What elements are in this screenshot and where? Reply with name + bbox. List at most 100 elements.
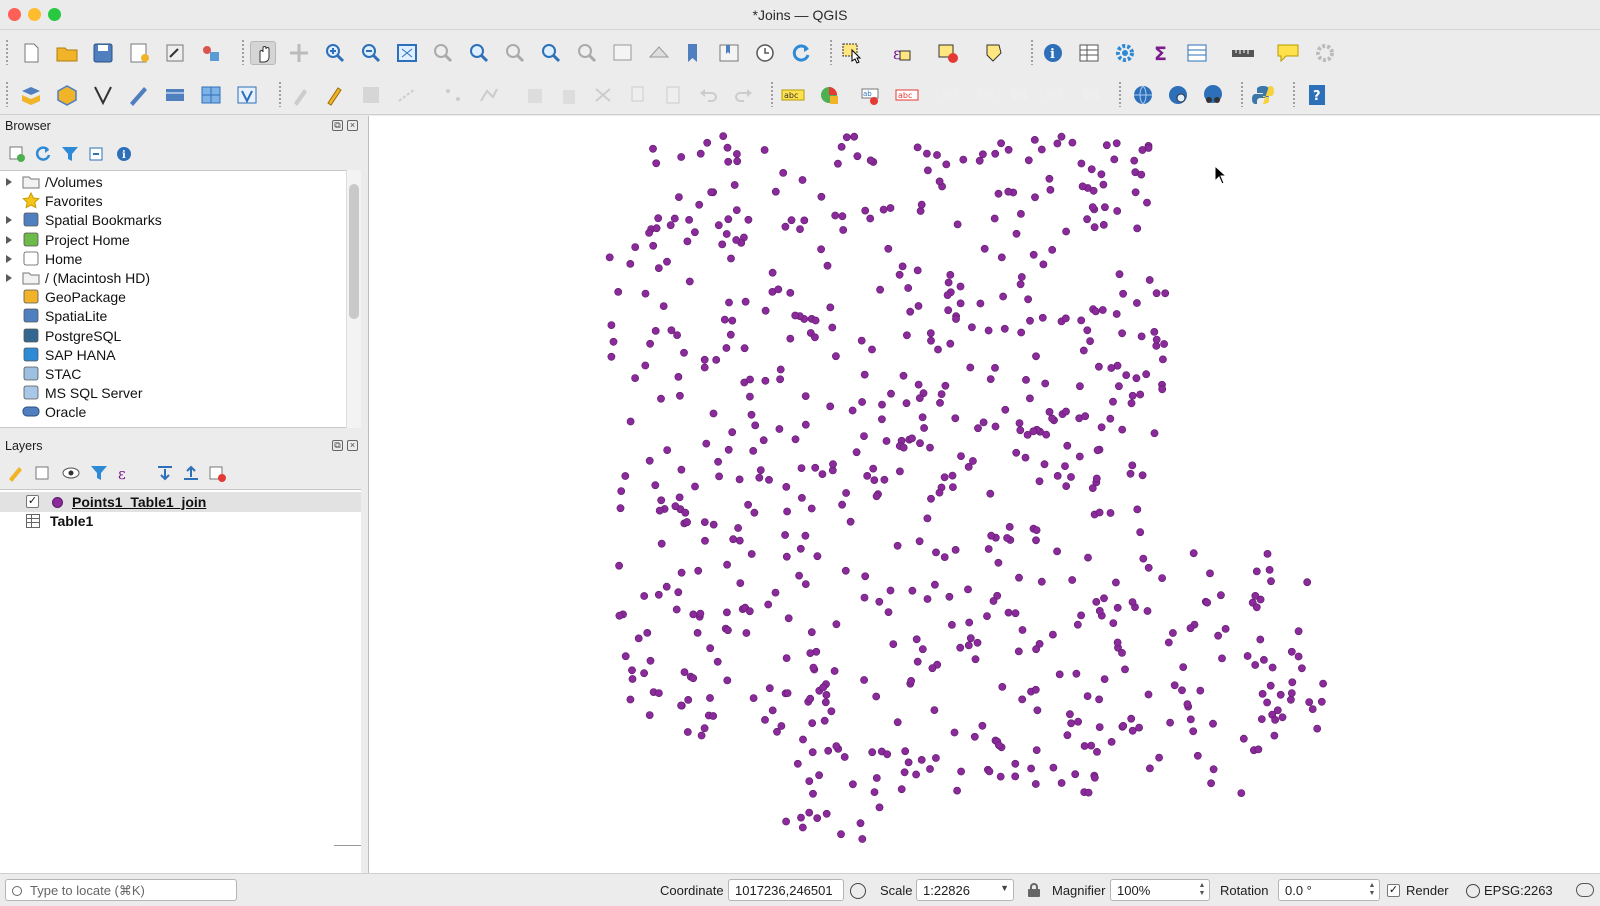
locator-search-input[interactable]: Type to locate (⌘K) [5,879,237,901]
toolbar-grip[interactable] [5,39,9,65]
show-unplaced-labels-icon[interactable]: abc [894,83,920,107]
toolbar-grip[interactable] [1118,81,1122,107]
zoom-full-icon[interactable] [394,41,420,65]
toggle-extents-icon[interactable] [850,883,866,899]
close-panel-icon[interactable]: × [347,120,358,131]
map-tips-icon[interactable] [1275,41,1301,65]
delete-selected-icon[interactable] [522,83,548,107]
processing-toolbox-icon[interactable] [1112,41,1138,65]
toolbar-grip[interactable] [241,39,245,65]
browser-item[interactable]: /Volumes [0,172,346,191]
current-edits-icon[interactable] [288,83,314,107]
layers-list[interactable]: ✓ Points1_Table1_join Table1 [0,489,361,873]
change-label-icon[interactable] [1080,83,1106,107]
expand-arrow-icon[interactable] [6,274,12,282]
map-canvas[interactable] [368,116,1600,873]
manage-visibility-icon[interactable] [58,461,84,485]
open-project-icon[interactable] [54,41,80,65]
new-3d-map-view-icon[interactable] [646,41,672,65]
messages-icon[interactable] [1576,883,1594,897]
filter-browser-icon[interactable] [57,142,83,166]
identify-features-icon[interactable]: i [1040,41,1066,65]
vertex-tool-icon[interactable] [440,83,466,107]
expand-arrow-icon[interactable] [6,178,12,186]
rotate-label-icon[interactable] [1044,83,1070,107]
layer-item-table1[interactable]: Table1 [0,511,361,531]
undo-icon[interactable] [696,83,722,107]
metasearch-search-icon[interactable] [1166,83,1192,107]
styling-icon[interactable] [198,41,224,65]
crs-button[interactable]: EPSG:2263 [1484,883,1553,898]
expand-all-icon[interactable] [152,461,178,485]
zoom-next-icon[interactable] [574,41,600,65]
toolbar-grip[interactable] [278,81,282,107]
spin-arrows-icon[interactable]: ▲ ▼ [1367,882,1377,898]
new-spatial-bookmark-icon[interactable] [680,41,706,65]
resize-handle[interactable] [334,845,361,846]
select-features-icon[interactable] [840,41,866,65]
layer-visibility-checkbox[interactable]: ✓ [26,495,39,508]
metasearch-icon[interactable] [1130,83,1156,107]
new-geopackage-layer-icon[interactable] [54,83,80,107]
zoom-last-icon[interactable] [538,41,564,65]
float-panel-icon[interactable]: ⧉ [332,120,343,131]
collapse-all-icon[interactable] [84,142,110,166]
add-group-icon[interactable] [30,461,56,485]
style-manager-icon[interactable] [162,41,188,65]
select-by-location-icon[interactable] [982,41,1008,65]
browser-item[interactable]: MS SQL Server [0,383,346,402]
browser-item[interactable]: GeoPackage [0,287,346,306]
pan-to-selection-icon[interactable] [286,41,312,65]
expand-arrow-icon[interactable] [6,254,12,263]
layer-item-points1-table1-join[interactable]: ✓ Points1_Table1_join [0,492,361,512]
zoom-to-layer-icon[interactable] [466,41,492,65]
properties-info-icon[interactable]: i [111,142,137,166]
python-console-icon[interactable] [1250,83,1276,107]
new-project-icon[interactable] [18,41,44,65]
new-virtual-layer-icon[interactable] [162,83,188,107]
toolbar-grip[interactable] [5,81,9,107]
digitize-icon[interactable] [394,83,420,107]
browser-item[interactable]: SpatiaLite [0,306,346,325]
toolbar-grip[interactable] [1240,81,1244,107]
copy-features-icon[interactable] [626,83,652,107]
open-attribute-table-icon[interactable] [1185,41,1211,65]
refresh-icon[interactable] [788,41,814,65]
new-shapefile-layer-icon[interactable] [126,83,152,107]
magnifier-spinbox[interactable]: 100% ▲ ▼ [1110,879,1210,901]
delete-icon[interactable] [556,83,582,107]
browser-item[interactable]: Project Home [0,230,346,249]
render-checkbox[interactable]: ✓ [1387,884,1400,897]
remove-layer-icon[interactable] [204,461,230,485]
help-icon[interactable]: ? [1304,83,1330,107]
paste-features-icon[interactable] [660,83,686,107]
scrollbar-thumb[interactable] [349,184,359,319]
toolbar-grip[interactable] [829,39,833,65]
browser-scrollbar[interactable] [346,170,361,428]
collapse-all-layers-icon[interactable] [178,461,204,485]
add-raster-layer-icon[interactable] [198,83,224,107]
toolbar-grip[interactable] [1030,39,1034,65]
browser-item[interactable]: Oracle [0,402,346,421]
pan-map-icon[interactable] [250,41,276,65]
layer-diagram-icon[interactable] [816,83,842,107]
close-panel-icon[interactable]: × [347,440,358,451]
attribute-table-icon[interactable] [1076,41,1102,65]
temporal-controller-icon[interactable] [752,41,778,65]
statistical-summary-icon[interactable]: Σ [1148,41,1174,65]
measure-line-icon[interactable] [1230,41,1256,65]
zoom-to-selection-icon[interactable] [430,41,456,65]
layer-labeling-icon[interactable]: abc [780,83,806,107]
scale-combo[interactable]: 1:22826 ▼ [916,879,1014,901]
add-mesh-layer-icon[interactable] [234,83,260,107]
refresh-browser-icon[interactable] [30,142,56,166]
settings-icon[interactable] [1312,41,1338,65]
show-hide-labels-icon[interactable] [974,83,1000,107]
pin-labels-icon[interactable] [940,83,966,107]
show-bookmarks-icon[interactable] [716,41,742,65]
redo-icon[interactable] [730,83,756,107]
save-project-icon[interactable] [90,41,116,65]
new-print-layout-icon[interactable] [126,41,152,65]
browser-item[interactable]: Home [0,249,346,268]
toolbar-grip[interactable] [770,81,774,107]
